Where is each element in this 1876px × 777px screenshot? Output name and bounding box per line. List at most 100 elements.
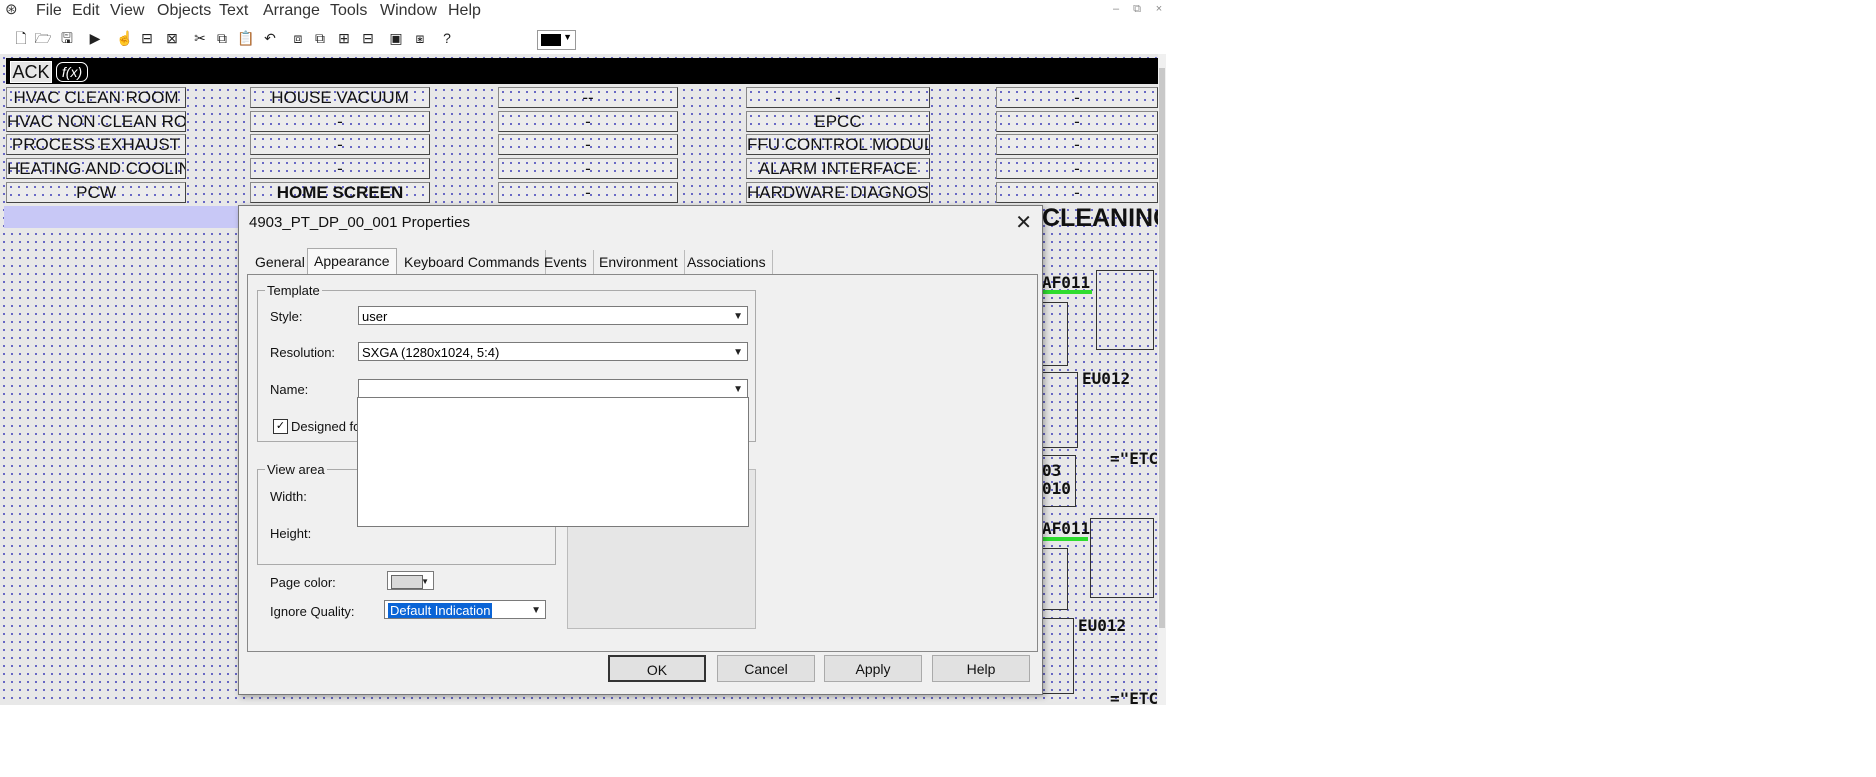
title-highlight-bar (4, 206, 244, 228)
nav-button[interactable]: - (498, 182, 678, 203)
menu-edit[interactable]: Edit (72, 2, 100, 20)
device-symbol[interactable] (1090, 518, 1154, 598)
nav-button[interactable]: - (250, 134, 430, 155)
properties-icon[interactable]: ⊟ (137, 28, 157, 48)
name-dropdown-list[interactable] (357, 397, 749, 527)
chevron-down-icon: ▼ (733, 347, 743, 358)
device-symbol[interactable] (1042, 302, 1068, 366)
tab-associations[interactable]: Associations (681, 250, 773, 274)
home-screen-button[interactable]: HOME SCREEN (250, 182, 430, 203)
nav-button[interactable]: - (996, 134, 1158, 155)
fx-icon[interactable]: f(x) (56, 62, 88, 82)
nav-button[interactable]: PROCESS EXHAUST (6, 134, 186, 155)
menu-arrange[interactable]: Arrange (263, 2, 320, 20)
designed-for-checkbox[interactable]: ✓ (273, 419, 288, 434)
close-icon[interactable]: ✕ (1015, 210, 1032, 235)
height-label: Height: (270, 526, 312, 541)
nav-button[interactable]: - (746, 87, 930, 108)
edit-icon[interactable]: ⊠ (162, 28, 182, 48)
nav-button[interactable]: HARDWARE DIAGNOSTIC (746, 182, 930, 203)
tab-appearance[interactable]: Appearance (307, 248, 397, 276)
nav-button[interactable]: - (996, 111, 1158, 132)
device-symbol[interactable] (1042, 618, 1074, 694)
menu-help[interactable]: Help (448, 2, 481, 20)
menu-tools[interactable]: Tools (330, 2, 367, 20)
view-area-group-label: View area (265, 462, 327, 477)
group-icon[interactable]: ⊞ (334, 28, 354, 48)
nav-button[interactable]: - (996, 182, 1158, 203)
page-color-label: Page color: (270, 575, 336, 590)
tab-general[interactable]: General (249, 250, 312, 274)
paste-icon[interactable]: 📋 (236, 28, 256, 48)
scrollbar-thumb[interactable] (1159, 68, 1165, 628)
device-symbol[interactable] (1042, 548, 1068, 610)
cancel-button[interactable]: Cancel (717, 655, 815, 682)
close-icon[interactable]: × (1150, 3, 1166, 15)
nav-button[interactable]: - (996, 87, 1158, 108)
save-icon[interactable]: 🖫 (57, 28, 77, 48)
run-icon[interactable]: ▶ (85, 28, 105, 48)
header-bar (6, 58, 1158, 84)
resize-icon[interactable]: ⧆ (410, 28, 430, 48)
restore-icon[interactable]: ⧉ (1128, 3, 1146, 16)
nav-button[interactable]: HEATING AND COOLING (6, 158, 186, 179)
align-icon[interactable]: ▣ (386, 28, 406, 48)
menu-view[interactable]: View (110, 2, 144, 20)
tab-environment[interactable]: Environment (593, 250, 685, 274)
nav-button[interactable]: - (996, 158, 1158, 179)
menu-bar: ⊛ File Edit View Objects Text Arrange To… (0, 0, 1166, 22)
new-icon[interactable]: 🗋 (11, 28, 31, 48)
help-button[interactable]: Help (932, 655, 1030, 682)
ungroup-icon[interactable]: ⊟ (358, 28, 378, 48)
nav-button[interactable]: ALARM INTERFACE (746, 158, 930, 179)
style-select[interactable]: user ▼ (358, 306, 748, 325)
cut-icon[interactable]: ✂ (190, 28, 210, 48)
menu-file[interactable]: File (36, 2, 62, 20)
hand-icon[interactable]: ☝ (115, 28, 135, 48)
nav-button[interactable]: - (250, 158, 430, 179)
resolution-value: SXGA (1280x1024, 5:4) (362, 345, 500, 360)
nav-button[interactable]: HVAC CLEAN ROOM (6, 87, 186, 108)
device-symbol[interactable] (1042, 372, 1078, 448)
ignore-quality-select[interactable]: Default Indication ▼ (384, 600, 546, 619)
nav-button[interactable]: - (250, 111, 430, 132)
name-label: Name: (270, 382, 309, 397)
bring-front-icon[interactable]: ⧈ (288, 28, 308, 48)
device-symbol[interactable] (1096, 270, 1154, 350)
resolution-label: Resolution: (270, 345, 336, 360)
help-icon[interactable]: ? (437, 28, 457, 48)
nav-button[interactable]: -- (498, 87, 678, 108)
nav-button[interactable]: - (498, 111, 678, 132)
minimize-icon[interactable]: – (1107, 3, 1125, 15)
menu-text[interactable]: Text (219, 2, 248, 20)
open-icon[interactable]: 🗁 (33, 28, 53, 48)
line-color-picker[interactable]: ▼ (537, 30, 576, 50)
ok-button[interactable]: OK (608, 655, 706, 682)
copy-icon[interactable]: ⧉ (212, 28, 232, 48)
nav-button[interactable]: HOUSE VACUUM (250, 87, 430, 108)
nav-button[interactable]: EPCC (746, 111, 930, 132)
ack-button[interactable]: ACK (10, 61, 52, 83)
chevron-down-icon: ▼ (531, 605, 541, 616)
device-symbol[interactable] (1042, 455, 1076, 507)
tab-keyboard-commands[interactable]: Keyboard Commands (398, 250, 547, 274)
nav-button[interactable]: PCW (6, 182, 186, 203)
tab-events[interactable]: Events (538, 250, 594, 274)
nav-button[interactable]: - (498, 158, 678, 179)
nav-button[interactable]: FFU CONTROL MODULE (746, 134, 930, 155)
name-select[interactable]: ▼ (358, 379, 748, 398)
resolution-select[interactable]: SXGA (1280x1024, 5:4) ▼ (358, 342, 748, 361)
send-back-icon[interactable]: ⧉ (310, 28, 330, 48)
menu-objects[interactable]: Objects (157, 2, 211, 20)
apply-button[interactable]: Apply (824, 655, 922, 682)
device-label: EU012 (1082, 369, 1131, 388)
chevron-down-icon: ▼ (563, 32, 572, 42)
nav-button[interactable]: - (498, 134, 678, 155)
page-color-picker[interactable]: ▼ (387, 571, 434, 590)
app-logo-icon[interactable]: ⊛ (5, 2, 23, 18)
menu-window[interactable]: Window (380, 2, 437, 20)
device-label: ="ETC (1110, 449, 1159, 468)
vertical-scrollbar[interactable] (1158, 54, 1166, 705)
undo-icon[interactable]: ↶ (260, 28, 280, 48)
nav-button[interactable]: HVAC NON CLEAN ROOM (6, 111, 186, 132)
